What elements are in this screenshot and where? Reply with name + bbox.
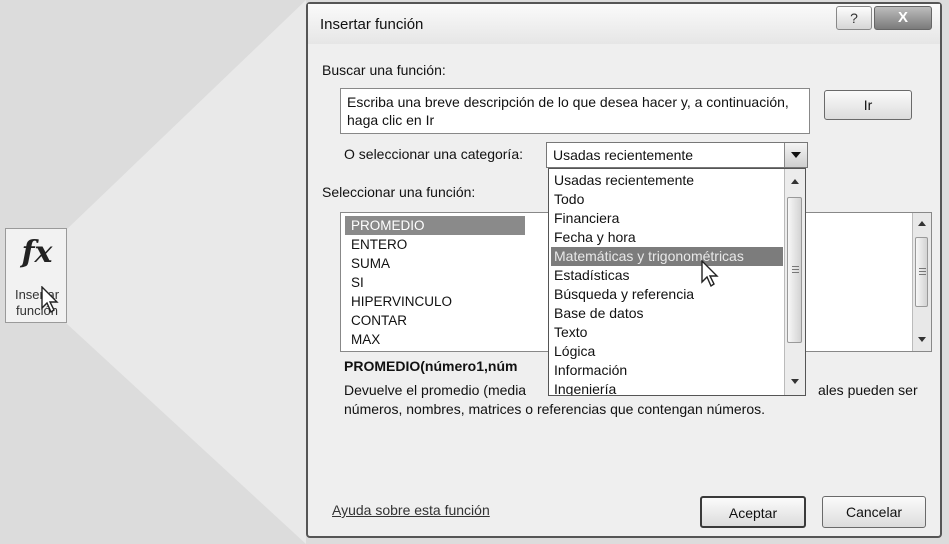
dropdown-item[interactable]: Base de datos <box>551 304 783 323</box>
function-description-line2: números, nombres, matrices o referencias… <box>344 401 765 417</box>
dropdown-item[interactable]: Búsqueda y referencia <box>551 285 783 304</box>
list-item[interactable]: CONTAR <box>351 311 407 330</box>
list-item[interactable]: SUMA <box>351 254 390 273</box>
mouse-cursor-icon <box>701 260 719 288</box>
list-item[interactable]: SI <box>351 273 364 292</box>
function-description-line1: Devuelve el promedio (media <box>344 382 527 398</box>
dropdown-item[interactable]: Matemáticas y trigonométricas <box>551 247 783 266</box>
cancel-button[interactable]: Cancelar <box>822 496 926 528</box>
function-list-scrollbar[interactable] <box>912 213 931 351</box>
list-item[interactable]: PROMEDIO <box>345 216 525 235</box>
scroll-up-icon[interactable] <box>791 179 799 184</box>
scrollbar-thumb[interactable] <box>915 237 928 307</box>
list-item[interactable]: MAX <box>351 330 380 349</box>
dropdown-item[interactable]: Usadas recientemente <box>551 171 783 190</box>
function-label: Seleccionar una función: <box>322 184 476 200</box>
help-link[interactable]: Ayuda sobre esta función <box>332 502 490 518</box>
dialog-title: Insertar función <box>320 16 424 33</box>
dropdown-item[interactable]: Información <box>551 361 783 380</box>
scrollbar-thumb[interactable] <box>787 197 802 343</box>
search-input[interactable]: Escriba una breve descripción de lo que … <box>340 88 810 134</box>
search-label: Buscar una función: <box>322 62 446 78</box>
go-button[interactable]: Ir <box>824 90 912 120</box>
scroll-up-icon[interactable] <box>918 221 926 226</box>
category-select-value: Usadas recientemente <box>553 147 694 163</box>
dropdown-item[interactable]: Ingeniería <box>551 380 783 395</box>
category-label: O seleccionar una categoría: <box>344 146 523 162</box>
fx-icon: fx <box>21 235 53 270</box>
category-dropdown-list[interactable]: Usadas recientemente Todo Financiera Fec… <box>548 168 806 396</box>
dropdown-item[interactable]: Estadísticas <box>551 266 783 285</box>
function-syntax: PROMEDIO(número1,núm <box>344 358 518 374</box>
dropdown-item[interactable]: Financiera <box>551 209 783 228</box>
mouse-cursor-icon <box>41 286 59 314</box>
list-item[interactable]: HIPERVINCULO <box>351 292 452 311</box>
title-bar: Insertar función ? X <box>308 4 940 44</box>
dropdown-item[interactable]: Texto <box>551 323 783 342</box>
scroll-down-icon[interactable] <box>791 379 799 384</box>
scroll-down-icon[interactable] <box>918 337 926 342</box>
dropdown-item[interactable]: Lógica <box>551 342 783 361</box>
dropdown-item[interactable]: Fecha y hora <box>551 228 783 247</box>
chevron-down-icon[interactable] <box>784 143 807 167</box>
list-item[interactable]: ENTERO <box>351 235 407 254</box>
help-button[interactable]: ? <box>836 6 872 30</box>
dropdown-scrollbar[interactable] <box>784 169 805 395</box>
dropdown-item[interactable]: Todo <box>551 190 783 209</box>
category-select[interactable]: Usadas recientemente <box>546 142 808 168</box>
close-button[interactable]: X <box>874 6 932 30</box>
function-description-line1-end: ales pueden ser <box>818 382 918 398</box>
ok-button[interactable]: Aceptar <box>700 496 806 528</box>
